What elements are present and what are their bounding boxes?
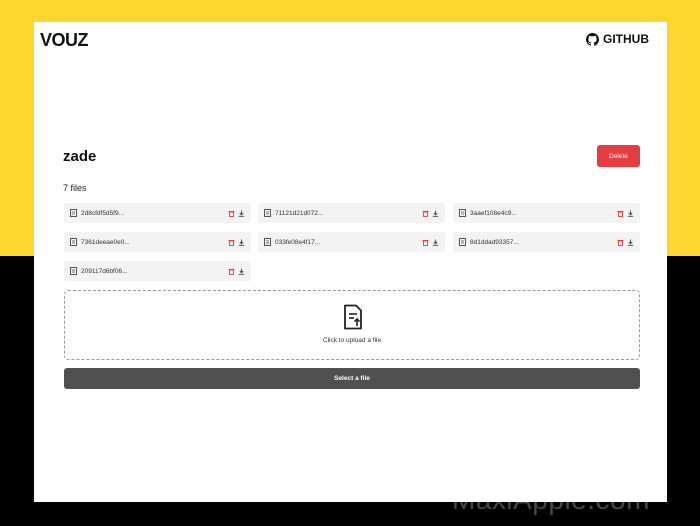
github-icon	[586, 32, 599, 46]
file-name: 209117d6bf06...	[81, 267, 128, 275]
file-upload-icon	[344, 304, 362, 330]
file-name: 8d1ddad93357...	[470, 238, 519, 246]
trash-icon[interactable]	[617, 239, 624, 246]
file-icon	[459, 209, 466, 217]
watermark: MaxiApple.com	[452, 484, 650, 515]
trash-icon[interactable]	[228, 210, 235, 217]
file-name: 2d8cfdf5d5f9...	[81, 209, 125, 217]
file-card[interactable]: 2d8cfdf5d5f9...	[64, 203, 251, 223]
file-card[interactable]: 033fe08e4f17...	[258, 232, 445, 252]
file-name: 033fe08e4f17...	[275, 238, 321, 246]
download-icon[interactable]	[627, 210, 634, 217]
download-icon[interactable]	[432, 210, 439, 217]
trash-icon[interactable]	[617, 210, 624, 217]
folder-title: zade	[63, 148, 97, 165]
app-window: VOUZ GITHUB zade Delete 7 files 2d8cfdf5…	[34, 22, 667, 502]
file-icon	[264, 238, 271, 246]
file-icon	[70, 267, 77, 275]
delete-button[interactable]: Delete	[597, 145, 640, 167]
file-card[interactable]: 8d1ddad93357...	[453, 232, 640, 252]
upload-dropzone[interactable]: Click to upload a file	[64, 290, 640, 360]
file-name: 3aaef108e4c9...	[470, 209, 517, 217]
github-label: GITHUB	[603, 32, 649, 46]
upload-prompt: Click to upload a file	[322, 337, 382, 344]
file-card[interactable]: 3aaef108e4c9...	[453, 203, 640, 223]
download-icon[interactable]	[432, 239, 439, 246]
file-icon	[459, 238, 466, 246]
download-icon[interactable]	[238, 239, 245, 246]
github-link[interactable]: GITHUB	[586, 32, 649, 46]
select-file-button[interactable]: Select a file	[64, 368, 640, 389]
app-logo[interactable]: VOUZ	[40, 30, 89, 51]
download-icon[interactable]	[238, 268, 245, 275]
trash-icon[interactable]	[228, 268, 235, 275]
trash-icon[interactable]	[422, 210, 429, 217]
file-name: 71121d21d072...	[275, 209, 324, 217]
download-icon[interactable]	[238, 210, 245, 217]
trash-icon[interactable]	[228, 239, 235, 246]
file-card[interactable]: 71121d21d072...	[258, 203, 445, 223]
file-count: 7 files	[63, 183, 87, 193]
file-card[interactable]: 7361deeae0e0...	[64, 232, 251, 252]
file-card[interactable]: 209117d6bf06...	[64, 261, 251, 281]
file-icon	[264, 209, 271, 217]
file-name: 7361deeae0e0...	[81, 238, 130, 246]
trash-icon[interactable]	[422, 239, 429, 246]
file-icon	[70, 209, 77, 217]
file-icon	[70, 238, 77, 246]
download-icon[interactable]	[627, 239, 634, 246]
